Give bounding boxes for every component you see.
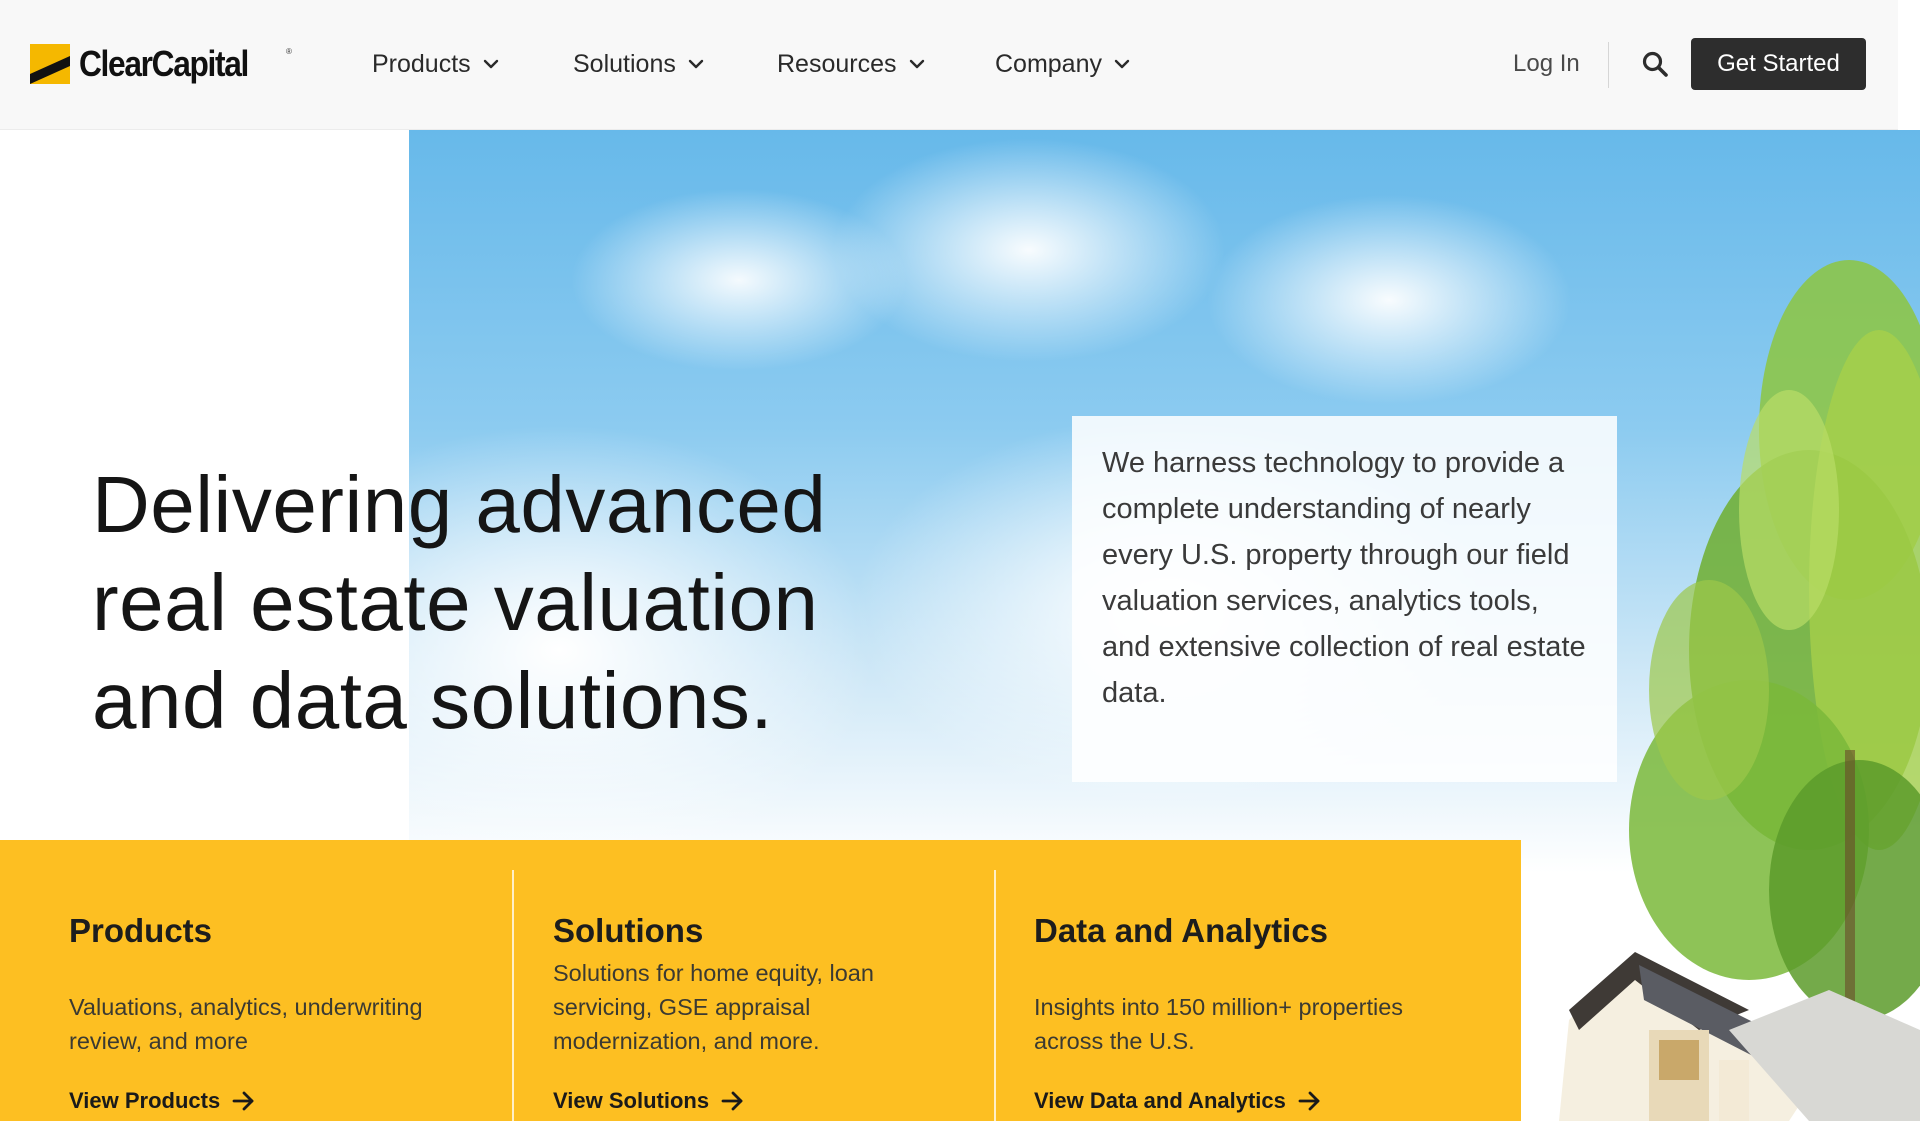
card-link-label: View Data and Analytics bbox=[1034, 1088, 1286, 1113]
card-data-and-analytics: Data and Analytics Insights into 150 mil… bbox=[995, 840, 1521, 1121]
chevron-down-icon bbox=[688, 59, 704, 69]
view-products-link[interactable]: View Products bbox=[69, 1088, 256, 1114]
view-data-and-analytics-link[interactable]: View Data and Analytics bbox=[1034, 1088, 1322, 1114]
hero-headline: Delivering advanced real estate valuatio… bbox=[92, 460, 827, 745]
card-title: Products bbox=[69, 912, 213, 949]
chevron-down-icon bbox=[909, 59, 924, 69]
nav-item-label: Company bbox=[995, 49, 1102, 78]
clear-capital-logo-icon bbox=[30, 44, 70, 84]
registered-mark: ® bbox=[286, 47, 292, 56]
nav-item-resources[interactable]: Resources bbox=[777, 46, 925, 82]
nav-item-products[interactable]: Products bbox=[372, 46, 499, 82]
chevron-down-icon bbox=[483, 59, 498, 69]
nav-item-label: Resources bbox=[777, 49, 897, 78]
card-link-label: View Products bbox=[69, 1088, 221, 1113]
arrow-right-icon bbox=[232, 1091, 254, 1111]
nav-item-label: Products bbox=[372, 49, 471, 78]
nav-item-label: Solutions bbox=[573, 49, 676, 78]
view-solutions-link[interactable]: View Solutions bbox=[553, 1088, 745, 1114]
login-link[interactable]: Log In bbox=[1513, 46, 1580, 82]
brand-logo[interactable]: ClearCapital ® bbox=[30, 40, 292, 88]
card-description: Valuations, analytics, underwriting revi… bbox=[69, 994, 423, 1054]
chevron-down-icon bbox=[1114, 59, 1130, 69]
card-description: Solutions for home equity, loan servicin… bbox=[553, 960, 874, 1054]
card-title: Solutions bbox=[553, 912, 704, 949]
feature-cards-band: Products Valuations, analytics, underwri… bbox=[0, 840, 1521, 1121]
brand-name: ClearCapital bbox=[79, 43, 249, 84]
nav-item-company[interactable]: Company bbox=[995, 46, 1130, 82]
card-products: Products Valuations, analytics, underwri… bbox=[0, 840, 513, 1121]
card-description: Insights into 150 million+ properties ac… bbox=[1034, 994, 1404, 1054]
search-button[interactable] bbox=[1641, 50, 1669, 78]
hero-intro-text: We harness technology to provide a compl… bbox=[1102, 447, 1586, 709]
card-link-label: View Solutions bbox=[553, 1088, 710, 1113]
card-title: Data and Analytics bbox=[1034, 912, 1329, 949]
header-divider bbox=[1608, 42, 1609, 88]
nav-item-solutions[interactable]: Solutions bbox=[573, 46, 704, 82]
arrow-right-icon bbox=[1298, 1091, 1320, 1111]
site-header: ClearCapital ® Products Solutions Resour… bbox=[0, 0, 1898, 130]
hero-intro-box: We harness technology to provide a compl… bbox=[1072, 416, 1617, 782]
arrow-right-icon bbox=[721, 1091, 743, 1111]
search-icon bbox=[1642, 51, 1668, 77]
get-started-button[interactable]: Get Started bbox=[1691, 38, 1866, 90]
card-solutions: Solutions Solutions for home equity, loa… bbox=[513, 840, 995, 1121]
